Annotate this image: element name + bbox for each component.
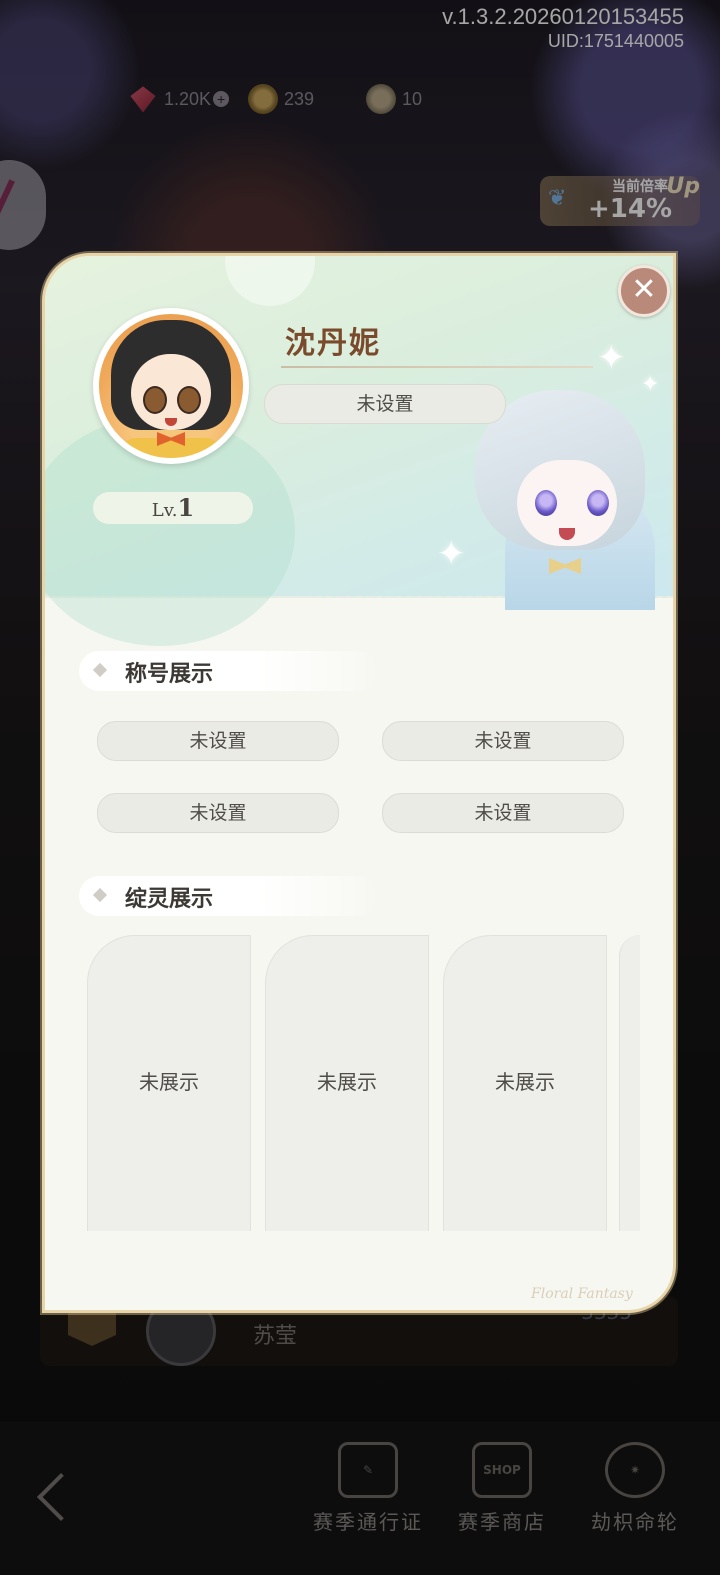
spirits-section-label: 绽灵展示 xyxy=(125,886,214,912)
level-prefix: Lv. xyxy=(151,500,178,521)
avatar-image xyxy=(99,314,243,458)
title-slot[interactable]: 未设置 xyxy=(382,721,624,761)
profile-header: ✦ ✦ ✦ 沈丹妮 未设置 Lv.1 xyxy=(45,256,673,646)
title-slot[interactable]: 未设置 xyxy=(97,793,339,833)
level-badge: Lv.1 xyxy=(93,492,253,524)
decor-circle xyxy=(225,256,315,306)
profile-card: ✦ ✦ ✦ 沈丹妮 未设置 Lv.1 ✕ 称号展示 未设置 未设置 未设置 未设… xyxy=(42,253,676,1313)
spirit-slot-label: 未展示 xyxy=(495,1070,555,1094)
title-slot[interactable]: 未设置 xyxy=(97,721,339,761)
sparkle-icon: ✦ xyxy=(437,534,466,574)
spirit-slot[interactable]: 未展示 xyxy=(265,935,429,1231)
spirit-slot[interactable]: 未展示 xyxy=(87,935,251,1231)
name-underline xyxy=(281,366,593,368)
spirit-slot-label: 未展示 xyxy=(139,1070,199,1094)
player-name: 沈丹妮 xyxy=(285,326,381,361)
brand-signature: Floral Fantasy xyxy=(531,1286,633,1302)
title-slot[interactable]: 未设置 xyxy=(382,793,624,833)
sparkle-icon: ✦ xyxy=(597,338,626,378)
spirit-chibi-art xyxy=(475,390,665,610)
titles-section-label: 称号展示 xyxy=(125,661,214,687)
level-value: 1 xyxy=(177,493,195,522)
titles-section-header: 称号展示 xyxy=(79,651,379,691)
diamond-icon xyxy=(92,887,108,903)
diamond-icon xyxy=(92,662,108,678)
spirit-slot-label: 未展示 xyxy=(317,1070,377,1094)
spirit-slot-partial[interactable] xyxy=(619,935,640,1231)
player-title-pill[interactable]: 未设置 xyxy=(264,384,506,424)
avatar[interactable] xyxy=(93,308,249,464)
spirit-slot[interactable]: 未展示 xyxy=(443,935,607,1231)
close-icon: ✕ xyxy=(631,272,657,307)
close-button[interactable]: ✕ xyxy=(618,265,670,317)
spirits-section-header: 绽灵展示 xyxy=(79,876,379,916)
